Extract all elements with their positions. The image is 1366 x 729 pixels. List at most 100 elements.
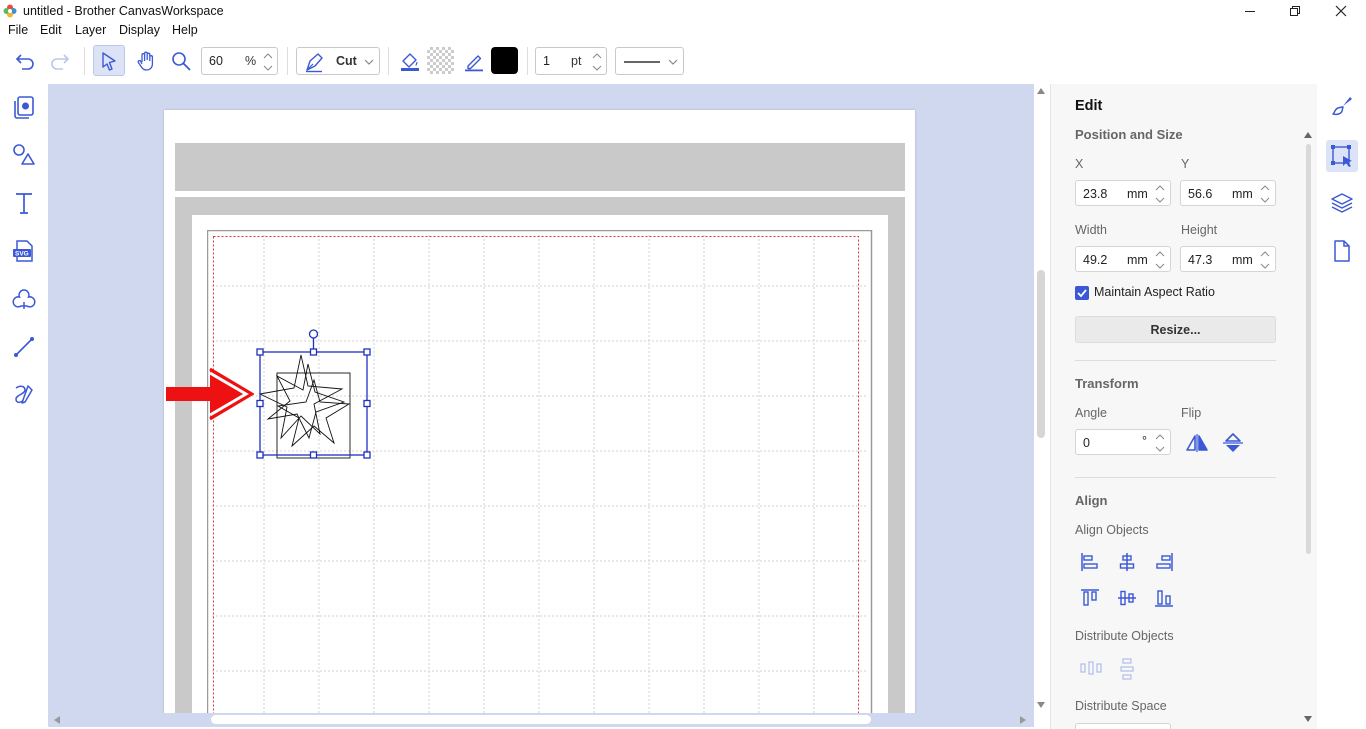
pages-tool-button[interactable] [9,92,39,122]
panel-scroll-thumb[interactable] [1306,144,1311,554]
undo-button[interactable] [10,46,40,76]
height-value: 47.3 [1188,253,1213,267]
align-heading: Align [1075,493,1108,508]
horizontal-scrollbar[interactable] [48,713,1034,727]
close-button[interactable] [1318,0,1364,22]
edit-transform-button[interactable] [1326,140,1358,172]
paint-bucket-icon [401,53,419,71]
cut-pen-icon [306,53,323,73]
distribute-horizontal-button[interactable] [1079,657,1103,679]
y-field[interactable]: 56.6 mm [1180,180,1276,206]
layers-button[interactable] [1327,188,1357,218]
freehand-icon [15,385,33,404]
panel-scroll-down-icon[interactable] [1304,716,1312,722]
toolbar-separator [287,47,288,75]
line-tool-button[interactable] [9,332,39,362]
zoom-stepper[interactable]: 60 % [201,47,278,75]
panel-scroll-up-icon[interactable] [1304,132,1312,138]
svg-import-button[interactable]: SVG [9,236,39,266]
maintain-aspect-checkbox[interactable] [1075,286,1089,300]
vertical-scroll-thumb[interactable] [1037,270,1045,438]
divider [1075,360,1276,361]
freehand-tool-button[interactable] [9,380,39,410]
align-center-button[interactable] [1116,551,1138,573]
vertical-scrollbar[interactable] [1034,84,1048,713]
align-left-button[interactable] [1079,551,1101,573]
stepper-arrows-icon[interactable] [1258,182,1272,206]
grid-area[interactable] [207,230,873,713]
menu-edit[interactable]: Edit [40,23,62,37]
minimize-icon [1245,11,1255,12]
flip-horizontal-button[interactable] [1184,432,1210,454]
mode-dropdown[interactable]: Cut [296,47,380,75]
undo-icon [15,54,34,70]
distribute-space-field[interactable] [1075,723,1171,729]
zoom-tool-button[interactable] [166,46,196,76]
fill-color-button[interactable] [396,46,424,76]
pattern-tool-button[interactable] [9,284,39,314]
stepper-arrows-icon[interactable] [590,49,604,75]
x-field[interactable]: 23.8 mm [1075,180,1171,206]
line-icon [14,337,34,357]
line-width-unit: pt [571,54,582,68]
select-tool-button[interactable] [93,45,125,76]
paint-brush-button[interactable] [1327,92,1357,122]
selection-handles[interactable] [248,324,376,464]
text-tool-button[interactable] [9,188,39,218]
height-field[interactable]: 47.3 mm [1180,246,1276,272]
flip-vertical-icon [1223,433,1243,452]
toolbar-separator [527,47,528,75]
line-width-stepper[interactable]: 1 pt [535,47,607,75]
scroll-right-icon[interactable] [1020,716,1026,724]
layers-icon [1331,193,1353,213]
menu-display[interactable]: Display [119,23,160,37]
restore-button[interactable] [1272,0,1318,22]
y-unit: mm [1232,187,1253,201]
stepper-arrows-icon[interactable] [261,49,275,75]
paper-sheet [164,110,915,713]
menu-layer[interactable]: Layer [75,23,106,37]
width-field[interactable]: 49.2 mm [1075,246,1171,272]
minimize-button[interactable] [1227,0,1273,22]
paint-brush-icon [1332,97,1352,116]
line-style-dropdown[interactable] [615,47,684,75]
align-right-button[interactable] [1153,551,1175,573]
restore-icon [1290,6,1300,16]
height-label: Height [1181,223,1218,237]
red-arrow-annotation [166,367,254,421]
edit-panel: Edit Position and Size X Y 23.8 mm 56.6 … [1050,84,1317,729]
menu-help[interactable]: Help [172,23,198,37]
close-icon [1335,5,1347,17]
scroll-down-icon[interactable] [1037,702,1045,708]
align-top-button[interactable] [1079,587,1101,609]
horizontal-scroll-thumb[interactable] [211,715,871,724]
chevron-down-icon [364,59,374,65]
line-color-swatch[interactable] [491,47,518,74]
stepper-arrows-icon[interactable] [1153,431,1167,455]
right-toolbar [1317,84,1366,729]
scroll-left-icon[interactable] [54,716,60,724]
redo-button[interactable] [45,46,75,76]
angle-label: Angle [1075,406,1107,420]
line-color-button[interactable] [460,46,488,76]
shapes-tool-button[interactable] [9,140,39,170]
align-top-icon [1081,589,1099,606]
flip-vertical-button[interactable] [1220,432,1246,454]
align-middle-button[interactable] [1116,587,1138,609]
fill-transparent-swatch[interactable] [427,47,454,74]
angle-field[interactable]: 0 ° [1075,429,1171,455]
canvas-area[interactable] [48,84,1034,713]
page-settings-button[interactable] [1327,236,1357,266]
divider [1075,477,1276,478]
menu-file[interactable]: File [8,23,28,37]
edit-transform-icon [1331,145,1352,167]
hand-tool-button[interactable] [131,46,161,76]
resize-button[interactable]: Resize... [1075,316,1276,343]
stepper-arrows-icon[interactable] [1153,248,1167,272]
align-bottom-button[interactable] [1153,587,1175,609]
stepper-arrows-icon[interactable] [1258,248,1272,272]
stepper-arrows-icon[interactable] [1153,182,1167,206]
distribute-vertical-button[interactable] [1116,657,1138,681]
scroll-up-icon[interactable] [1037,88,1045,94]
width-value: 49.2 [1083,253,1108,267]
